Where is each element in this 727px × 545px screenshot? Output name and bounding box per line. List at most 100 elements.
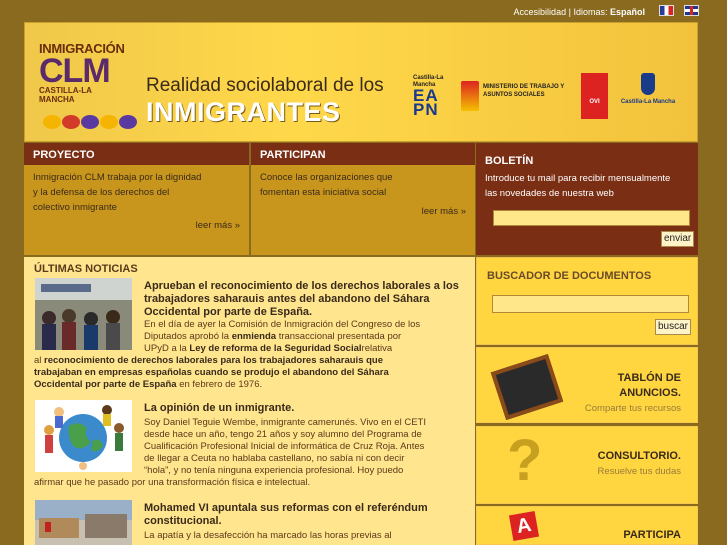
- document-search-button[interactable]: buscar: [655, 319, 692, 335]
- participan-line: Conoce las organizaciones que: [260, 172, 393, 183]
- flag-france-icon[interactable]: [659, 5, 674, 16]
- clm-government-logo[interactable]: Castilla-La Mancha: [613, 73, 683, 119]
- news-item: La opinión de un inmigrante. Soy Daniel …: [34, 400, 459, 495]
- news-heading: ÚLTIMAS NOTICIAS: [34, 263, 138, 275]
- eapn-logo[interactable]: Castilla-La Mancha EAPN: [413, 75, 455, 121]
- document-search-title: BUSCADOR DE DOCUMENTOS: [487, 270, 652, 282]
- accessibility-link[interactable]: Accesibilidad: [514, 7, 567, 17]
- participan-text: Conoce las organizaciones que fomentan e…: [251, 165, 475, 200]
- proyecto-panel: PROYECTO Inmigración CLM trabaja por la …: [24, 143, 249, 255]
- top-links: Accesibilidad | Idiomas: Español: [514, 7, 645, 17]
- ovi-logo[interactable]: OVI: [581, 73, 608, 119]
- consultorio-card[interactable]: ? CONSULTORIO. Resuelve tus dudas: [476, 426, 698, 504]
- logo-dot: [81, 115, 99, 129]
- news-headline[interactable]: Aprueban el reconocimiento de los derech…: [144, 280, 459, 319]
- proyecto-line: y la defensa de los derechos del: [33, 187, 170, 198]
- letter-block-icon: A: [508, 510, 540, 542]
- participan-line: fomentan esta iniciativa social: [260, 187, 387, 198]
- news-text-bold: reconocimiento de derechos laborales par…: [44, 355, 384, 366]
- logo-main-text: CLM: [39, 52, 111, 90]
- proyecto-line: Inmigración CLM trabaja por la dignidad: [33, 172, 202, 183]
- ministry-text: MINISTERIO DE TRABAJO Y ASUNTOS SOCIALES: [483, 84, 565, 98]
- tablon-title-line1: TABLÓN DE: [617, 372, 681, 384]
- proyecto-title[interactable]: PROYECTO: [24, 143, 249, 165]
- news-text-bold: enmienda: [231, 331, 277, 342]
- news-photo-morocco[interactable]: [35, 500, 132, 545]
- tablon-title-line2: ANUNCIOS.: [619, 387, 681, 399]
- site-title: INMIGRANTES: [146, 97, 341, 127]
- newsletter-email-input[interactable]: [493, 210, 690, 226]
- boletin-line: Introduce tu mail para recibir mensualme…: [485, 173, 671, 184]
- ministry-logo[interactable]: MINISTERIO DE TRABAJO Y ASUNTOS SOCIALES: [461, 81, 573, 117]
- participan-read-more-link[interactable]: leer más »: [422, 206, 466, 217]
- clm-emblem-icon: [641, 73, 655, 95]
- logo-dots: [43, 115, 138, 134]
- news-headline[interactable]: Mohamed VI apuntala sus reformas con el …: [144, 502, 459, 528]
- boletin-text: Introduce tu mail para recibir mensualme…: [476, 171, 698, 201]
- proyecto-line: colectivo inmigrante: [33, 202, 117, 213]
- news-text-line: La apatía y la desafección ha marcado la…: [144, 530, 392, 541]
- news-text: Diputados aprobó la: [144, 331, 230, 342]
- news-text-line: trabajaban en empresas españolas cuando …: [34, 367, 389, 378]
- spain-shield-icon: [461, 81, 479, 111]
- proyecto-text: Inmigración CLM trabaja por la dignidad …: [24, 165, 249, 215]
- news-text-line: afirmar que he pasado por una transforma…: [34, 477, 311, 488]
- news-headline[interactable]: La opinión de un inmigrante.: [144, 402, 459, 415]
- chalkboard-icon: [490, 353, 564, 421]
- boletin-line: las novedades de nuestra web: [485, 188, 614, 199]
- news-text-bold: Occidental por parte de España: [34, 379, 177, 390]
- question-mark-icon: ?: [507, 428, 543, 493]
- document-search-input[interactable]: [492, 295, 689, 313]
- news-text: UPyD a la: [144, 343, 187, 354]
- newsletter-submit-button[interactable]: enviar: [661, 231, 695, 247]
- news-text-bold: Ley de reforma de la Seguridad Social: [189, 343, 362, 354]
- participa-title: PARTICIPA: [623, 529, 681, 541]
- logo-dot: [100, 115, 118, 129]
- tablon-subtitle: Comparte tus recursos: [584, 403, 681, 414]
- separator: |: [568, 7, 571, 17]
- news-text-line: Occidental por parte de España en febrer…: [34, 379, 262, 392]
- participan-title[interactable]: PARTICIPAN: [251, 143, 475, 165]
- news-text: transaccional presentada por: [278, 331, 402, 342]
- news-text: al: [34, 355, 42, 366]
- participa-card[interactable]: A PARTICIPA: [476, 506, 698, 545]
- news-text-line: UPyD a la Ley de reforma de la Seguridad…: [144, 343, 392, 356]
- news-text: relativa: [361, 343, 393, 354]
- news-text-line: Cualificación Profesional Inicial de inf…: [144, 441, 425, 452]
- boletin-panel: BOLETÍN Introduce tu mail para recibir m…: [476, 143, 698, 255]
- logo-dot: [62, 115, 80, 129]
- logo-dot: [119, 115, 137, 129]
- news-photo-protest[interactable]: [35, 278, 132, 350]
- eapn-letters: EAPN: [413, 86, 439, 119]
- news-text-line: “hola”, y no tenía ninguna experiencia p…: [144, 465, 404, 476]
- languages-label: Idiomas:: [573, 7, 608, 17]
- tablon-card[interactable]: TABLÓN DE ANUNCIOS. Comparte tus recurso…: [476, 347, 698, 423]
- logo-dot: [43, 115, 61, 129]
- consultorio-title: CONSULTORIO.: [597, 450, 681, 462]
- news-text-line: Soy Daniel Teguie Wembe, inmigrante came…: [144, 417, 426, 428]
- news-item: Aprueban el reconocimiento de los derech…: [34, 278, 459, 396]
- current-language[interactable]: Español: [610, 7, 645, 17]
- news-text-line: desde hace un año, tengo 21 años y soy a…: [144, 429, 422, 440]
- flag-uk-icon[interactable]: [684, 5, 699, 16]
- proyecto-read-more-link[interactable]: leer más »: [196, 220, 240, 231]
- site-subtitle: Realidad sociolaboral de los: [146, 75, 384, 96]
- news-text-line: al reconocimiento de derechos laborales …: [34, 355, 383, 368]
- news-item: Mohamed VI apuntala sus reformas con el …: [34, 500, 459, 545]
- clm-government-text: Castilla-La Mancha: [620, 99, 676, 105]
- document-search-panel: BUSCADOR DE DOCUMENTOS buscar: [476, 257, 698, 345]
- news-text-line: de llegar a Ceuta no hablaba castellano,…: [144, 453, 405, 464]
- boletin-title: BOLETÍN: [476, 143, 698, 171]
- consultorio-subtitle: Resuelve tus dudas: [597, 466, 681, 477]
- ovi-text: OVI: [589, 99, 600, 105]
- top-bar: Accesibilidad | Idiomas: Español: [0, 0, 727, 22]
- news-text: en febrero de 1976.: [179, 379, 263, 390]
- participan-panel: PARTICIPAN Conoce las organizaciones que…: [251, 143, 475, 255]
- news-panel: ÚLTIMAS NOTICIAS Aprueban el reconocimie…: [24, 257, 475, 545]
- news-text-line: En el día de ayer la Comisión de Inmigra…: [144, 319, 421, 330]
- news-photo-globe[interactable]: [35, 400, 132, 472]
- news-text-line: Diputados aprobó la enmienda transaccion…: [144, 331, 401, 344]
- inmigracion-clm-logo[interactable]: INMIGRACIÓN CLM CASTILLA-LA MANCHA: [39, 41, 129, 104]
- logo-bottom-text: CASTILLA-LA MANCHA: [39, 86, 92, 104]
- site-header: INMIGRACIÓN CLM CASTILLA-LA MANCHA Reali…: [24, 22, 698, 142]
